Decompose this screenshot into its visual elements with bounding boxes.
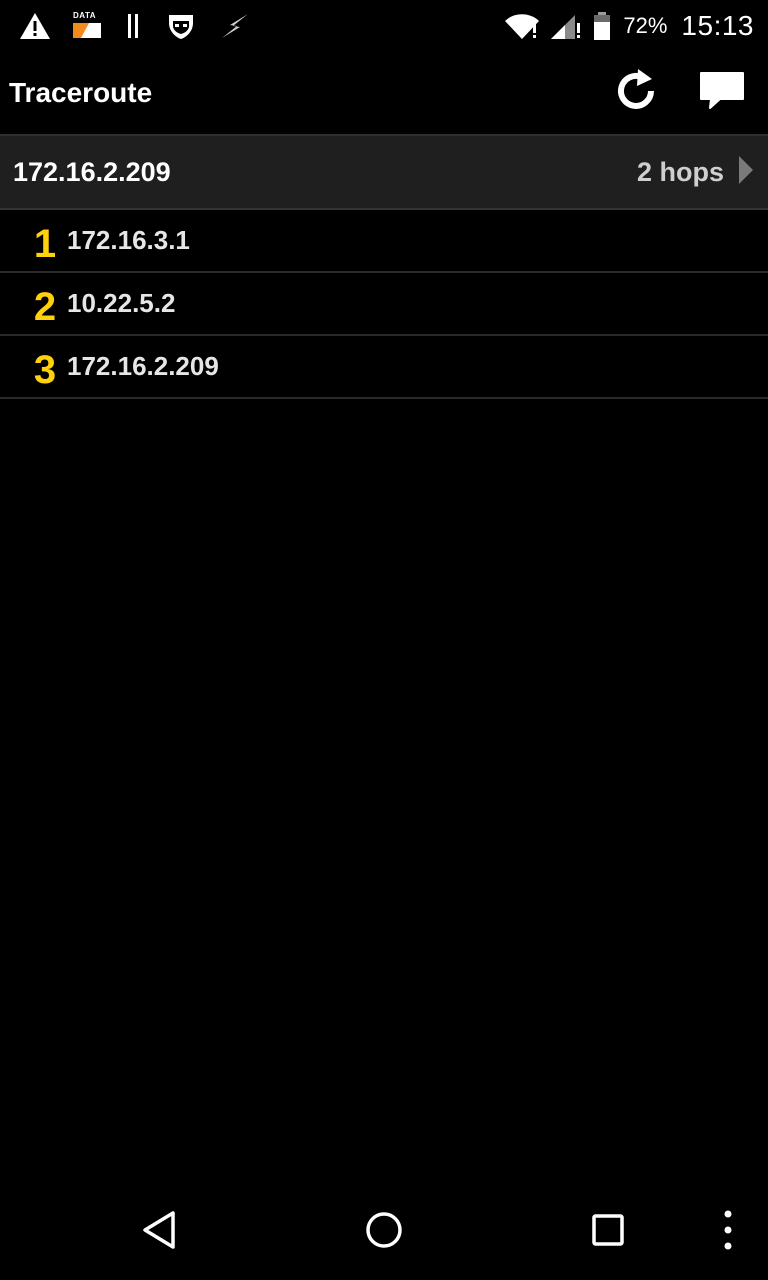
recents-icon	[588, 1210, 628, 1255]
screen: DATA 72% 15:13 Traceroute 172.16.2.209 2…	[0, 0, 768, 1280]
hop-number: 1	[33, 221, 57, 266]
target-summary: 2 hops	[637, 155, 754, 190]
home-button[interactable]	[360, 1208, 408, 1256]
signal-icon	[549, 9, 583, 43]
chat-icon	[698, 67, 746, 120]
app-title: Traceroute	[9, 77, 153, 108]
status-icons-left: DATA	[18, 9, 272, 43]
menu-icon	[722, 1210, 734, 1255]
hop-number: 3	[33, 347, 57, 392]
hop-count: 2 hops	[636, 156, 724, 187]
action-bar: Traceroute	[0, 52, 768, 134]
data-icon: DATA	[72, 9, 102, 43]
warning-icon	[18, 9, 52, 43]
hop-address: 172.16.3.1	[67, 225, 190, 255]
wifi-icon	[503, 9, 541, 43]
status-bar: DATA 72% 15:13	[0, 0, 768, 52]
navigation-bar	[0, 1184, 768, 1280]
pause-icon	[122, 9, 144, 43]
hop-item[interactable]: 2 10.22.5.2	[0, 273, 768, 336]
overflow-menu-button[interactable]	[704, 1208, 752, 1256]
action-bar-actions	[578, 65, 750, 121]
status-icons-right: 72% 15:13	[495, 9, 754, 43]
target-row[interactable]: 172.16.2.209 2 hops	[0, 134, 768, 210]
refresh-button[interactable]	[608, 65, 664, 121]
chevron-right-icon	[738, 155, 754, 190]
refresh-icon	[612, 67, 660, 120]
hop-list: 1 172.16.3.1 2 10.22.5.2 3 172.16.2.209	[0, 210, 768, 399]
recents-button[interactable]	[584, 1208, 632, 1256]
feedback-button[interactable]	[694, 65, 750, 121]
target-host: 172.16.2.209	[13, 156, 171, 187]
battery-icon	[591, 9, 613, 43]
guard-icon	[164, 9, 198, 43]
bolt-icon	[218, 9, 252, 43]
back-icon	[140, 1210, 180, 1255]
hop-address: 10.22.5.2	[67, 288, 176, 318]
hop-item[interactable]: 3 172.16.2.209	[0, 336, 768, 399]
back-button[interactable]	[136, 1208, 184, 1256]
hop-number: 2	[33, 284, 57, 329]
battery-percent: 72%	[623, 13, 668, 38]
status-clock: 15:13	[681, 10, 754, 41]
hop-address: 172.16.2.209	[67, 351, 219, 381]
hop-item[interactable]: 1 172.16.3.1	[0, 210, 768, 273]
home-icon	[364, 1210, 404, 1255]
